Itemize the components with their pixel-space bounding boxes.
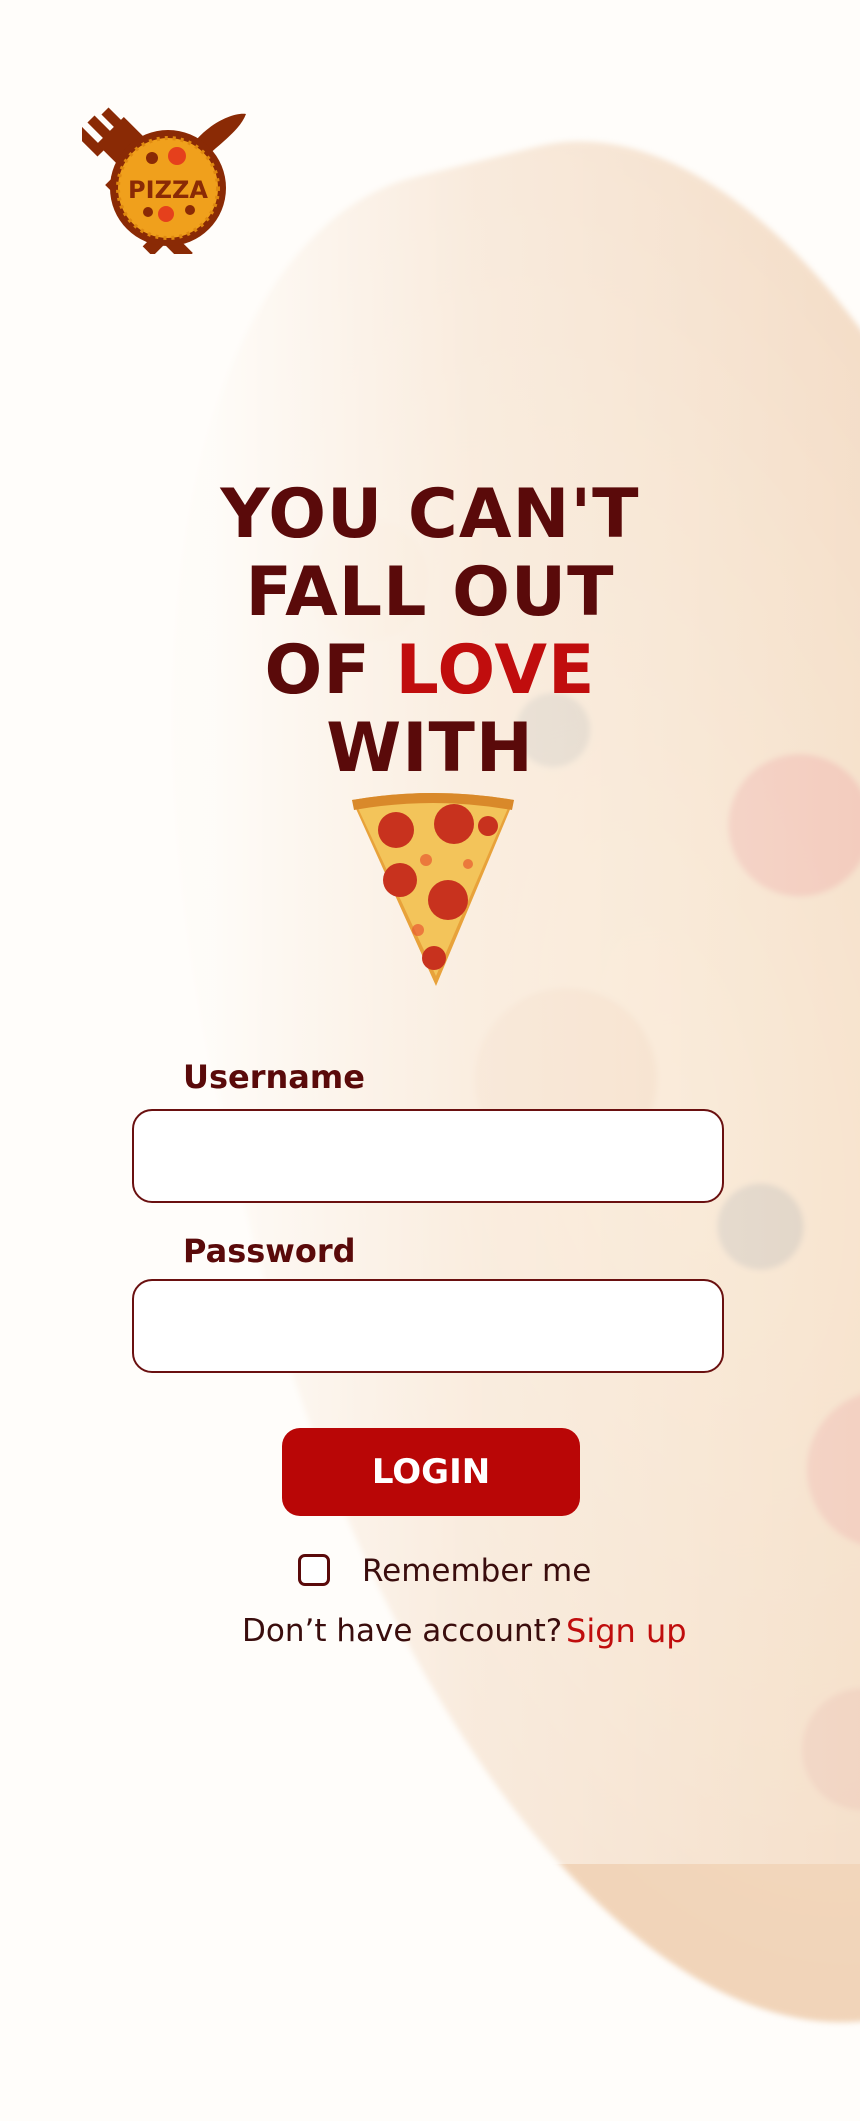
logo-text: PIZZA (128, 176, 208, 204)
no-account-text: Don’t have account? (242, 1613, 563, 1649)
hero-headline: YOU CAN'T FALL OUT OF LOVE WITH (0, 476, 860, 788)
username-input[interactable] (132, 1109, 724, 1203)
headline-love: LOVE (395, 631, 596, 710)
remember-me-label: Remember me (362, 1553, 592, 1589)
remember-me-checkbox[interactable] (298, 1554, 330, 1586)
headline-of: OF (264, 631, 396, 710)
username-label: Username (183, 1058, 365, 1096)
headline-line-3: OF LOVE (0, 632, 860, 710)
login-button[interactable]: LOGIN (282, 1428, 580, 1516)
password-input[interactable] (132, 1279, 724, 1373)
sign-up-link[interactable]: Sign up (566, 1612, 687, 1650)
pizza-logo: PIZZA (73, 104, 252, 263)
headline-line-2: FALL OUT (245, 553, 615, 632)
headline-line-1: YOU CAN'T (220, 475, 640, 554)
headline-line-4: WITH (326, 709, 534, 788)
pizza-slice-icon (348, 790, 518, 986)
password-label: Password (183, 1232, 356, 1270)
